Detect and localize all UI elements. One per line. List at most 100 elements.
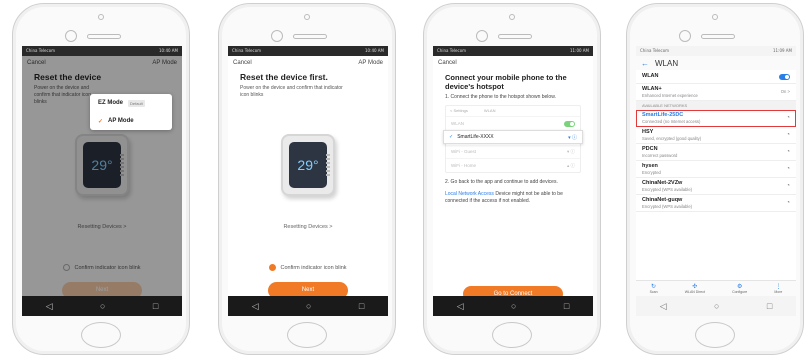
home-icon[interactable]: ○: [714, 301, 719, 311]
toolbar-label: WLAN Direct: [684, 290, 705, 294]
mini-selected-network: ✓ SmartLife-XXXX ▾ ⓘ: [443, 130, 583, 144]
speaker-icon: [712, 14, 718, 20]
back-icon[interactable]: ◁: [252, 301, 259, 312]
wlan-toggle-row[interactable]: WLAN: [636, 70, 796, 84]
menu-item-ap-mode[interactable]: ✓ AP Mode: [90, 112, 172, 130]
camera-icon: [271, 30, 283, 42]
wlan-label: WLAN: [642, 73, 659, 79]
vents: [326, 154, 330, 178]
screen-2: China Telecom 10:40 AM Cancel AP Mode Re…: [228, 46, 388, 316]
home-icon[interactable]: ○: [511, 301, 516, 311]
network-row[interactable]: PDCN Incorrect password ◔: [636, 144, 796, 161]
back-arrow-icon[interactable]: ←: [641, 59, 649, 68]
refresh-icon: ↻: [651, 284, 657, 290]
toolbar-label: Scan: [649, 290, 658, 294]
camera-icon: [65, 30, 77, 42]
confirm-row[interactable]: Confirm indicator icon blink: [228, 264, 388, 271]
home-icon[interactable]: ○: [100, 301, 105, 311]
network-status: Encrypted: [642, 169, 661, 175]
wlan-plus-row[interactable]: WLAN+ Enhanced Internet experience On >: [636, 84, 796, 101]
speaker-icon: [304, 14, 310, 20]
network-status: Encrypted (WPS available): [642, 186, 693, 192]
toolbar-label: Configure: [732, 290, 748, 294]
page-subtitle: Power on the device and confirm that ind…: [240, 85, 343, 98]
local-access-note: Local Network Access Device might not be…: [433, 186, 593, 205]
back-icon[interactable]: ◁: [660, 301, 667, 312]
network-name: hysen: [642, 162, 658, 169]
cancel-button[interactable]: Cancel: [438, 60, 457, 66]
scan-button[interactable]: ↻ Scan: [650, 283, 658, 294]
android-nav: ◁ ○ □: [636, 296, 796, 316]
network-row[interactable]: ChinaNet-2VZw Encrypted (WPS available) …: [636, 178, 796, 195]
page-title: WLAN: [655, 58, 679, 68]
carrier-label: China Telecom: [26, 48, 56, 53]
status-bar: China Telecom 11:00 AM: [433, 46, 593, 56]
top-bar: Cancel AP Mode: [228, 56, 388, 69]
wifi-info-icon: ▾ ⓘ: [566, 148, 575, 154]
page-title: Connect your mobile phone to the device'…: [445, 73, 567, 91]
network-status: Connected (no Internet access): [642, 118, 701, 124]
earpiece: [87, 34, 121, 39]
home-button[interactable]: [287, 322, 327, 348]
wlan-direct-button[interactable]: ✣ WLAN Direct: [685, 283, 705, 294]
network-name: ChinaNet-guqw: [642, 196, 683, 203]
top-bar: Cancel: [433, 56, 593, 69]
home-button[interactable]: [492, 322, 532, 348]
recents-icon[interactable]: □: [153, 301, 158, 311]
wlan-plus-label: WLAN+: [642, 85, 662, 92]
recents-icon[interactable]: □: [564, 301, 569, 311]
mini-network-row: WiFi - Home ▴ ⓘ: [446, 158, 580, 172]
earpiece: [701, 34, 735, 39]
more-button[interactable]: ⋮ More: [774, 283, 782, 294]
configure-button[interactable]: ⚙ Configure: [732, 283, 747, 294]
back-icon[interactable]: ◁: [46, 301, 53, 312]
network-row[interactable]: hysen Encrypted ◔: [636, 161, 796, 178]
wlan-plus-value: On >: [780, 89, 790, 94]
status-bar: China Telecom 11:09 AM: [636, 46, 796, 56]
more-icon: ⋮: [775, 284, 782, 290]
gear-icon: ⚙: [736, 284, 743, 290]
mode-selector[interactable]: AP Mode: [358, 60, 383, 66]
status-bar: China Telecom 10:40 AM: [228, 46, 388, 56]
camera-icon: [476, 30, 488, 42]
phone-3: China Telecom 11:00 AM Cancel Connect yo…: [423, 3, 601, 355]
network-name: SmartLife-25DC: [642, 111, 684, 118]
network-status: Saved, encrypted (good quality): [642, 135, 702, 141]
mini-network-name: SmartLife-XXXX: [457, 134, 494, 140]
network-row-smartlife[interactable]: SmartLife-25DC Connected (no Internet ac…: [636, 110, 796, 127]
thermostat-image: 29°: [281, 134, 335, 196]
status-bar: China Telecom 10:40 AM: [22, 46, 182, 56]
recents-icon[interactable]: □: [767, 301, 772, 311]
confirm-radio[interactable]: [269, 264, 277, 271]
cancel-button[interactable]: Cancel: [233, 60, 252, 66]
earpiece: [498, 34, 532, 39]
back-icon[interactable]: ◁: [457, 301, 464, 312]
menu-item-ez-mode[interactable]: EZ Mode Default: [90, 94, 172, 112]
android-nav: ◁ ○ □: [22, 296, 182, 316]
mini-network-name: WiFi - Home: [451, 163, 476, 168]
phone-4: China Telecom 11:09 AM ← WLAN WLAN WLAN+…: [626, 3, 804, 355]
status-time: 10:40 AM: [159, 48, 178, 53]
menu-item-label: EZ Mode: [98, 100, 123, 106]
wifi-info-icon: ▾ ⓘ: [568, 134, 577, 141]
local-access-link[interactable]: Local Network Access: [445, 191, 494, 197]
android-nav: ◁ ○ □: [433, 296, 593, 316]
recents-icon[interactable]: □: [359, 301, 364, 311]
resetting-devices-link[interactable]: Resetting Devices >: [228, 224, 388, 230]
network-row[interactable]: ChinaNet-guqw Encrypted (WPS available) …: [636, 195, 796, 212]
network-row[interactable]: HSY Saved, encrypted (good quality) ◔: [636, 127, 796, 144]
section-header: AVAILABLE NETWORKS: [636, 101, 796, 110]
wifi-lock-icon: ◔: [786, 149, 790, 155]
mini-header: < Settings WLAN: [446, 106, 580, 116]
home-icon[interactable]: ○: [306, 301, 311, 311]
wifi-lock-icon: ◔: [786, 200, 790, 206]
check-icon: ✓: [98, 118, 104, 125]
mini-wlan-label: WLAN: [451, 121, 465, 126]
home-button[interactable]: [81, 322, 121, 348]
wlan-switch[interactable]: [779, 73, 790, 80]
home-button[interactable]: [695, 322, 735, 348]
mini-wlan-row: WLAN: [446, 116, 580, 130]
mini-title: WLAN: [483, 108, 496, 113]
network-status: Encrypted (WPS available): [642, 203, 693, 209]
step-2-text: 2. Go back to the app and continue to ad…: [445, 179, 558, 185]
